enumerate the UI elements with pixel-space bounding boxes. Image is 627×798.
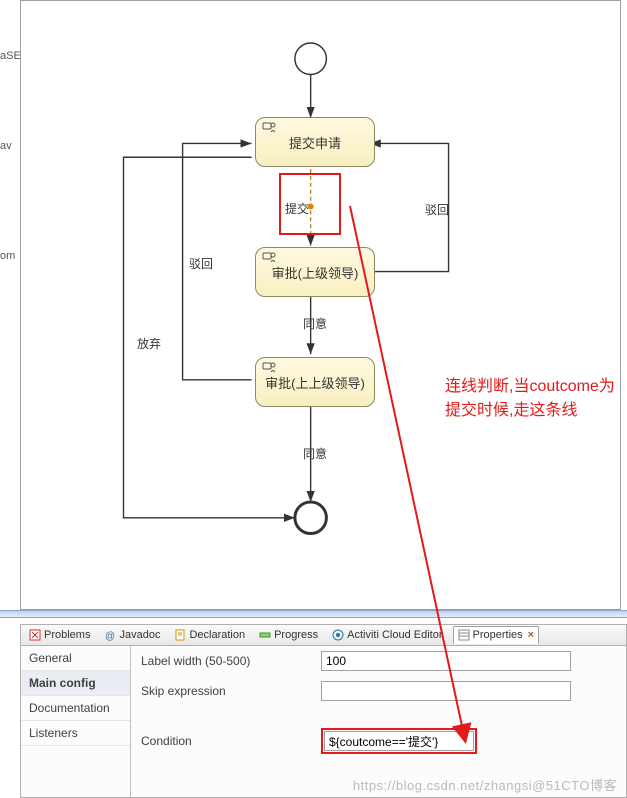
svg-text:@: @: [105, 631, 115, 641]
properties-categories: General Main config Documentation Listen…: [21, 646, 131, 797]
tab-label: Progress: [274, 629, 318, 641]
tab-declaration[interactable]: Declaration: [170, 626, 249, 644]
views-tabbar: Problems @ Javadoc Declaration Progress …: [20, 624, 627, 646]
tab-label: Declaration: [189, 629, 245, 641]
highlight-condition: [321, 728, 477, 754]
tab-label: Problems: [44, 629, 90, 641]
task-label: 审批(上上级领导): [265, 373, 365, 392]
watermark: https://blog.csdn.net/zhangsi@51CTO博客: [353, 775, 617, 794]
diagram-canvas[interactable]: 提交申请 审批(上级领导) 审批(上上级领导) 提交 驳回 驳回 同意 同意 放…: [20, 0, 621, 610]
condition-label: Condition: [131, 734, 321, 748]
label-width-input[interactable]: [321, 651, 571, 671]
edge-label-reject1: 驳回: [425, 201, 449, 218]
edge-label-agree1: 同意: [303, 315, 327, 332]
skip-expression-label: Skip expression: [131, 684, 321, 698]
tab-progress[interactable]: Progress: [255, 626, 322, 644]
left-fragment: aSE av om: [0, 0, 20, 610]
frag-b: av: [0, 140, 12, 152]
edge-label-abandon: 放弃: [137, 335, 161, 352]
highlight-submit-edge: [279, 173, 341, 235]
human-icon: [262, 362, 276, 374]
tab-label: Activiti Cloud Editor: [347, 629, 442, 641]
label-width-label: Label width (50-500): [131, 654, 321, 668]
task-submit-application[interactable]: 提交申请: [255, 117, 375, 167]
tab-label: Properties: [473, 629, 523, 641]
human-icon: [262, 122, 276, 134]
javadoc-icon: @: [104, 629, 116, 641]
close-icon[interactable]: ×: [528, 629, 534, 641]
tab-javadoc[interactable]: @ Javadoc: [100, 626, 164, 644]
annotation-text: 连线判断,当coutcome为提交时候,走这条线: [445, 375, 615, 423]
task-label: 提交申请: [289, 133, 341, 152]
progress-icon: [259, 629, 271, 641]
tab-properties[interactable]: Properties ×: [453, 626, 540, 644]
condition-input[interactable]: [324, 731, 474, 751]
problems-icon: [29, 629, 41, 641]
edge-label-reject2: 驳回: [189, 255, 213, 272]
edge-label-agree2: 同意: [303, 445, 327, 462]
properties-icon: [458, 629, 470, 641]
skip-expression-input[interactable]: [321, 681, 571, 701]
activiti-icon: [332, 629, 344, 641]
cat-documentation[interactable]: Documentation: [21, 696, 130, 721]
cat-main-config[interactable]: Main config: [21, 671, 130, 696]
frag-c: om: [0, 250, 15, 262]
tab-activiti[interactable]: Activiti Cloud Editor: [328, 626, 446, 644]
declaration-icon: [174, 629, 186, 641]
task-approve-l2[interactable]: 审批(上上级领导): [255, 357, 375, 407]
human-icon: [262, 252, 276, 264]
cat-listeners[interactable]: Listeners: [21, 721, 130, 746]
frag-a: aSE: [0, 50, 21, 62]
sash[interactable]: [0, 610, 627, 618]
flow-svg: [25, 5, 616, 605]
task-label: 审批(上级领导): [272, 263, 359, 282]
tab-problems[interactable]: Problems: [25, 626, 94, 644]
tab-label: Javadoc: [119, 629, 160, 641]
cat-general[interactable]: General: [21, 646, 130, 671]
task-approve-l1[interactable]: 审批(上级领导): [255, 247, 375, 297]
